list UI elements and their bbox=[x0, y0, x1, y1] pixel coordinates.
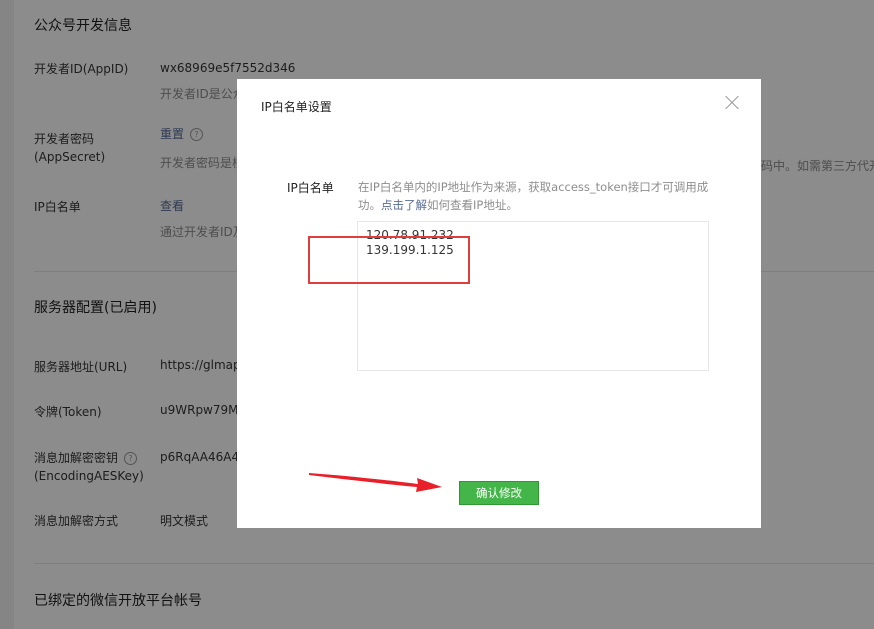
ip-whitelist-dialog: IP白名单设置 IP白名单 在IP白名单内的IP地址作为来源，获取access_… bbox=[237, 79, 761, 528]
description-text-end: 如何查看IP地址。 bbox=[427, 198, 518, 212]
highlight-annotation-box bbox=[308, 236, 470, 284]
dialog-title: IP白名单设置 bbox=[261, 100, 332, 114]
ip-whitelist-description: 在IP白名单内的IP地址作为来源，获取access_token接口才可调用成功。… bbox=[358, 178, 718, 214]
learn-more-link[interactable]: 点击了解 bbox=[381, 198, 427, 212]
close-icon[interactable] bbox=[723, 94, 741, 112]
confirm-button[interactable]: 确认修改 bbox=[459, 481, 539, 505]
ip-whitelist-field-label: IP白名单 bbox=[287, 181, 334, 195]
